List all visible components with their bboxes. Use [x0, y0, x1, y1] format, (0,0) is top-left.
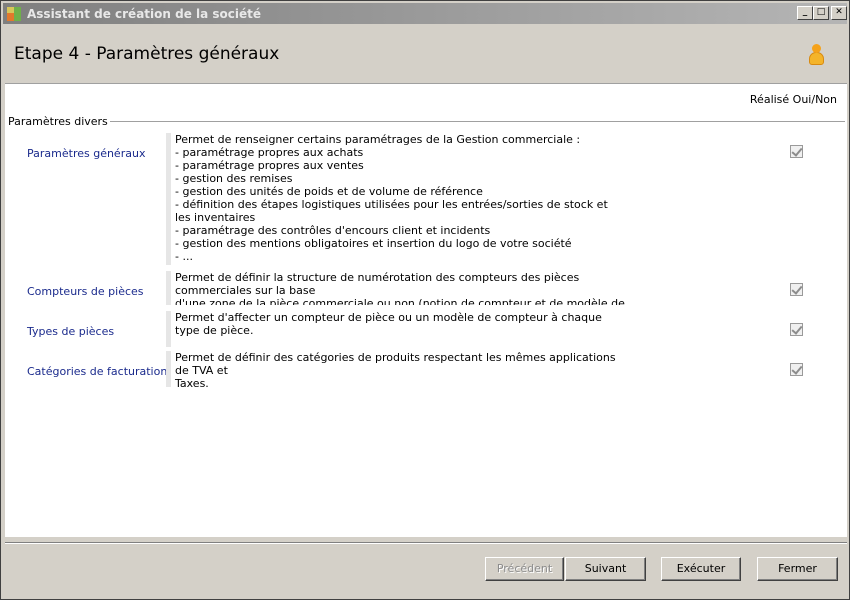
row-title-categories-de-facturation[interactable]: Catégories de facturation: [27, 365, 167, 378]
close-window-button[interactable]: ✕: [831, 6, 847, 20]
close-button[interactable]: Fermer: [757, 557, 838, 581]
row-title-compteurs-de-pieces[interactable]: Compteurs de pièces: [27, 285, 144, 298]
group-label: Paramètres divers: [8, 115, 110, 128]
previous-button[interactable]: Précédent: [485, 557, 564, 581]
wizard-header: Etape 4 - Paramètres généraux: [5, 25, 847, 83]
row-description: Permet de définir la structure de numéro…: [166, 271, 626, 305]
window-title: Assistant de création de la société: [27, 7, 262, 21]
done-column-header: Réalisé Oui/Non: [749, 93, 837, 106]
next-button[interactable]: Suivant: [565, 557, 646, 581]
step-title: Etape 4 - Paramètres généraux: [14, 44, 280, 64]
execute-button[interactable]: Exécuter: [661, 557, 741, 581]
row-done-checkbox[interactable]: [790, 145, 803, 158]
group-divider: [95, 121, 845, 122]
row-done-checkbox[interactable]: [790, 363, 803, 376]
parameters-panel: Réalisé Oui/Non Paramètres divers Paramè…: [5, 83, 847, 537]
maximize-button[interactable]: □: [813, 6, 829, 20]
row-description: Permet d'affecter un compteur de pièce o…: [166, 311, 626, 347]
row-description: Permet de définir des catégories de prod…: [166, 351, 626, 387]
row-description: Permet de renseigner certains paramétrag…: [166, 133, 626, 265]
wizard-window: Assistant de création de la société _ □ …: [0, 0, 850, 600]
user-icon: [808, 44, 824, 66]
row-done-checkbox[interactable]: [790, 283, 803, 296]
title-bar[interactable]: Assistant de création de la société _ □ …: [3, 3, 847, 24]
row-title-types-de-pieces[interactable]: Types de pièces: [27, 325, 114, 338]
minimize-button[interactable]: _: [797, 6, 813, 20]
row-title-parametres-generaux[interactable]: Paramètres généraux: [27, 147, 145, 160]
app-icon: [6, 6, 22, 22]
row-done-checkbox[interactable]: [790, 323, 803, 336]
footer-separator: [5, 542, 847, 544]
